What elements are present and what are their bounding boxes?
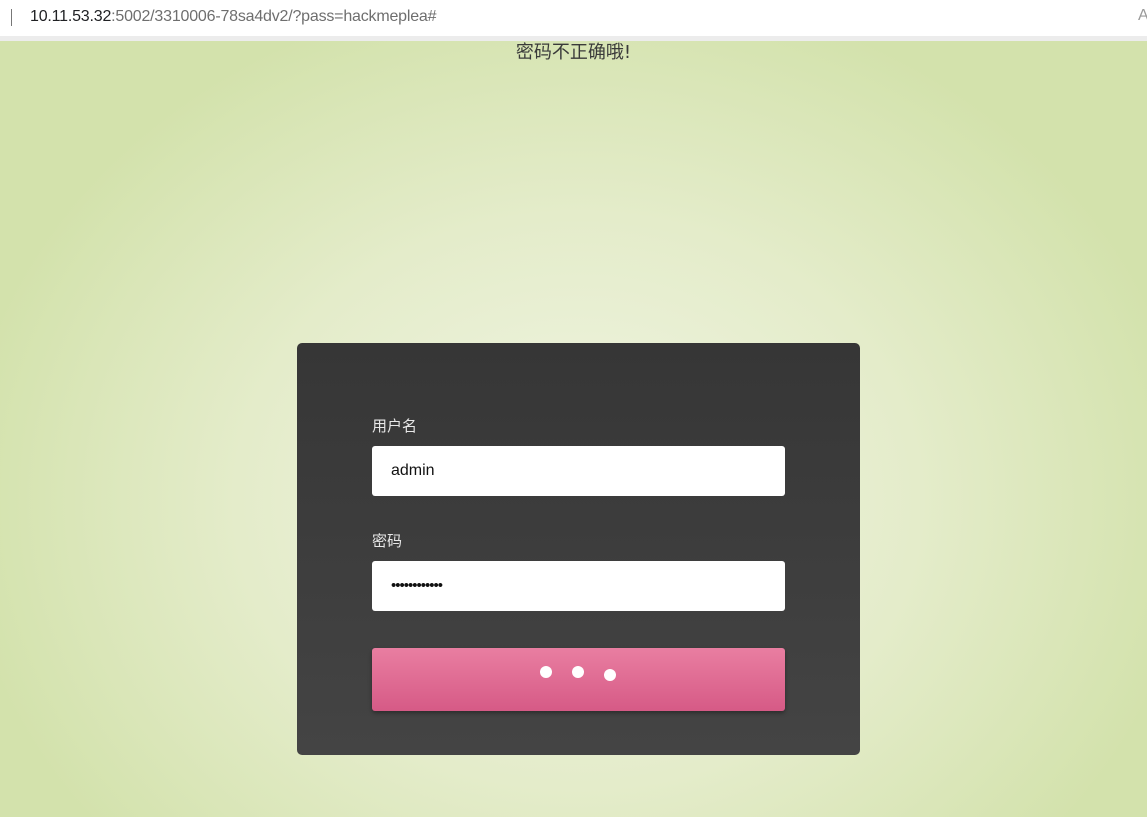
text-cursor xyxy=(11,9,12,26)
address-bar-edge-glyph: A xyxy=(1138,7,1147,24)
username-label: 用户名 xyxy=(372,417,418,435)
password-label: 密码 xyxy=(372,532,403,550)
url-host: 10.11.53.32 xyxy=(30,8,112,25)
error-message: 密码不正确哦! xyxy=(515,42,632,63)
username-input[interactable]: admin xyxy=(372,446,785,496)
login-submit-button[interactable] xyxy=(372,648,785,711)
url-path: :5002/3310006-78sa4dv2/?pass=hackmeplea# xyxy=(111,8,437,25)
browser-address-bar[interactable]: 10.11.53.32:5002/3310006-78sa4dv2/?pass=… xyxy=(0,0,1147,41)
login-card: 用户名 admin 密码 •••••••••••• xyxy=(297,343,860,755)
loading-dot-icon xyxy=(540,666,552,678)
url-text[interactable]: 10.11.53.32:5002/3310006-78sa4dv2/?pass=… xyxy=(30,7,436,27)
password-input[interactable]: •••••••••••• xyxy=(372,561,785,611)
page-body: 密码不正确哦! 用户名 admin 密码 •••••••••••• xyxy=(0,41,1147,817)
loading-dot-icon xyxy=(572,666,584,678)
loading-dot-icon xyxy=(604,669,616,681)
